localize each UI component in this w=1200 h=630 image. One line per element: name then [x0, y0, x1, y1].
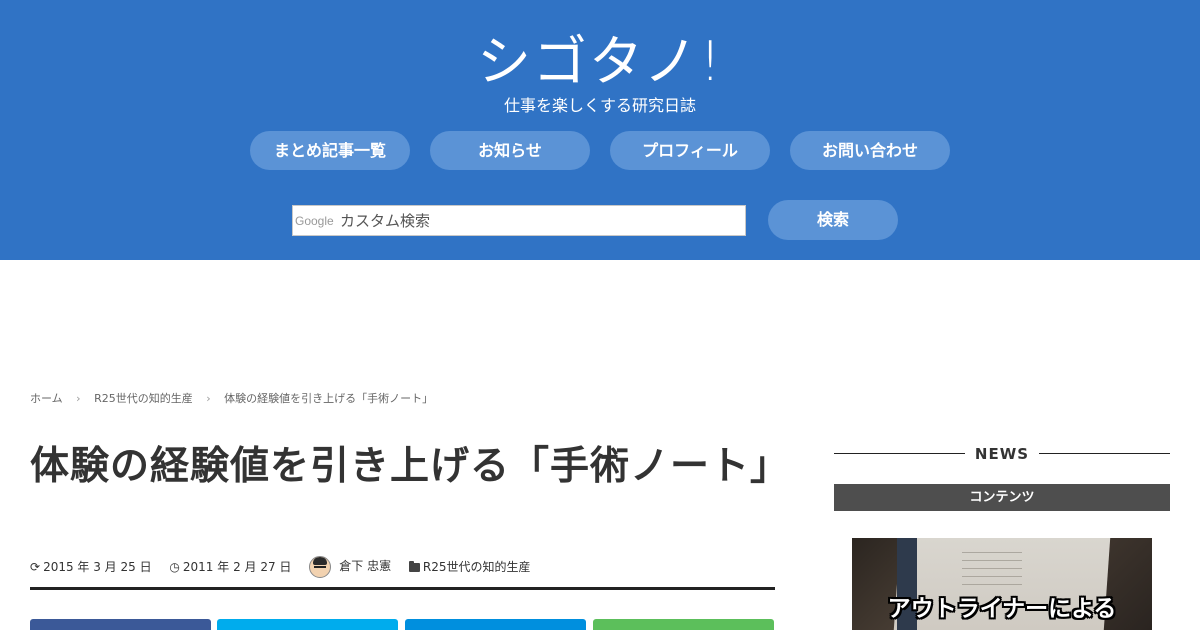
category[interactable]: R25世代の知的生産	[408, 556, 531, 578]
author-avatar	[309, 555, 332, 578]
nav-contact[interactable]: お問い合わせ	[790, 131, 950, 170]
facebook-share-button[interactable]	[30, 619, 211, 630]
breadcrumb-separator: ›	[76, 392, 81, 405]
breadcrumb-category[interactable]: R25世代の知的生産	[94, 392, 193, 405]
featured-article-thumbnail[interactable]: アウトライナーによる	[852, 538, 1152, 630]
contents-heading: コンテンツ	[834, 484, 1170, 511]
refresh-icon: ⟳	[30, 559, 41, 574]
title-divider	[30, 587, 775, 590]
breadcrumb: ホーム › R25世代の知的生産 › 体験の経験値を引き上げる「手術ノート」	[30, 391, 433, 407]
updated-date-text: 2015 年 3 月 25 日	[43, 559, 152, 574]
featured-article-caption[interactable]: アウトライナーによる	[852, 594, 1152, 624]
article-title: 体験の経験値を引き上げる「手術ノート」	[30, 444, 791, 489]
published-date: ◷ 2011 年 2 月 27 日	[169, 556, 291, 578]
hatena-share-button[interactable]	[405, 619, 586, 630]
nav-summary-articles[interactable]: まとめ記事一覧	[250, 131, 410, 170]
line-share-button[interactable]	[593, 619, 774, 630]
screen-text-lines	[962, 552, 1022, 592]
nav-profile[interactable]: プロフィール	[610, 131, 770, 170]
breadcrumb-home[interactable]: ホーム	[30, 392, 63, 405]
search-input[interactable]	[293, 206, 745, 235]
nav-news[interactable]: お知らせ	[430, 131, 590, 170]
folder-icon	[408, 560, 420, 572]
main-nav: まとめ記事一覧 お知らせ プロフィール お問い合わせ	[250, 131, 950, 170]
site-tagline: 仕事を楽しくする研究日誌	[503, 96, 696, 115]
site-header: シゴタノ! 仕事を楽しくする研究日誌 まとめ記事一覧 お知らせ プロフィール お…	[0, 0, 1200, 260]
site-logo[interactable]: シゴタノ!	[0, 32, 1200, 92]
category-link[interactable]: R25世代の知的生産	[423, 560, 531, 574]
published-date-text: 2011 年 2 月 27 日	[182, 559, 292, 574]
news-heading: NEWS	[834, 443, 1170, 465]
author[interactable]: 倉下 忠憲	[309, 555, 391, 578]
breadcrumb-separator: ›	[206, 392, 211, 405]
news-heading-text: NEWS	[964, 445, 1040, 463]
twitter-share-button[interactable]	[217, 619, 398, 630]
search-button[interactable]: 検索	[768, 200, 898, 240]
author-name[interactable]: 倉下 忠憲	[339, 559, 391, 573]
search-box: Google	[292, 205, 746, 236]
updated-date: ⟳ 2015 年 3 月 25 日	[30, 556, 152, 578]
clock-icon: ◷	[169, 559, 180, 574]
breadcrumb-current: 体験の経験値を引き上げる「手術ノート」	[224, 392, 434, 405]
article-meta: ⟳ 2015 年 3 月 25 日 ◷ 2011 年 2 月 27 日 倉下 忠憲 …	[30, 555, 545, 578]
